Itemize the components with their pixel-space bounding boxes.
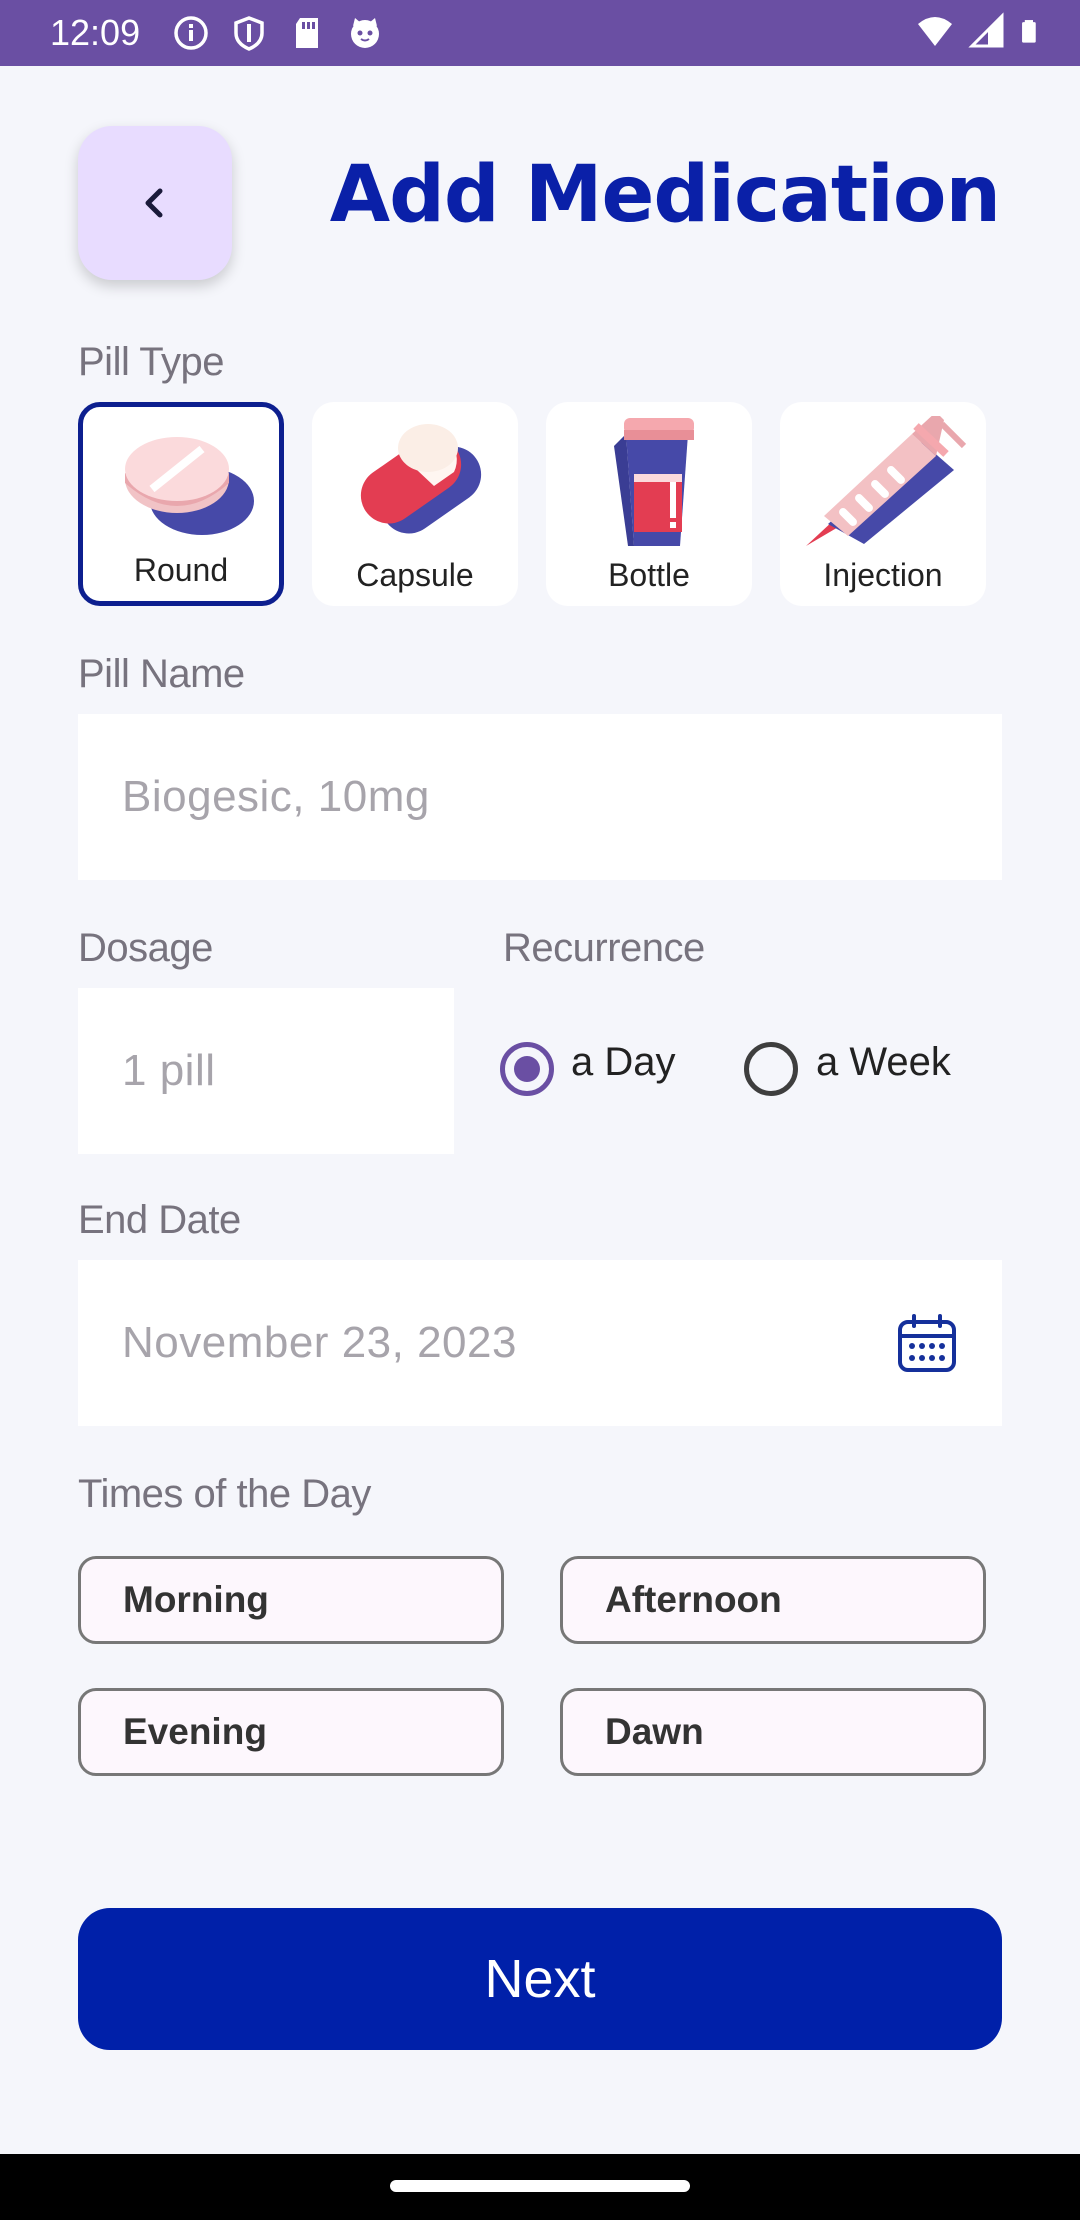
- info-icon: [174, 16, 208, 50]
- back-button[interactable]: [78, 126, 232, 280]
- syringe-icon: [806, 416, 967, 546]
- recurrence-day-label[interactable]: a Day: [571, 1040, 676, 1085]
- shield-icon: [234, 16, 264, 51]
- dosage-placeholder: 1 pill: [122, 1046, 216, 1095]
- recurrence-day-radio[interactable]: [500, 1042, 554, 1096]
- status-time: 12:09: [50, 12, 141, 53]
- end-date-input[interactable]: November 23, 2023: [78, 1260, 1002, 1426]
- round-pill-icon: [125, 437, 254, 535]
- pill-type-capsule[interactable]: Capsule: [312, 402, 518, 606]
- recurrence-week-radio[interactable]: [744, 1042, 798, 1096]
- time-chip-evening[interactable]: Evening: [78, 1688, 504, 1776]
- pill-type-capsule-label: Capsule: [356, 557, 474, 593]
- time-chip-afternoon[interactable]: Afternoon: [560, 1556, 986, 1644]
- recurrence-week-label[interactable]: a Week: [816, 1040, 951, 1085]
- page-title: Add Medication: [329, 150, 1001, 240]
- wifi-icon: [918, 17, 952, 46]
- end-date-value: November 23, 2023: [122, 1318, 517, 1367]
- sd-card-icon: [296, 18, 318, 48]
- signal-icon: [968, 12, 1004, 48]
- time-chip-evening-label: Evening: [123, 1711, 267, 1752]
- navigation-bar: [0, 2154, 1080, 2220]
- pill-name-label: Pill Name: [78, 652, 245, 696]
- time-chip-dawn[interactable]: Dawn: [560, 1688, 986, 1776]
- pill-type-bottle-label: Bottle: [608, 557, 690, 593]
- next-button[interactable]: Next: [78, 1908, 1002, 2050]
- cat-icon: [351, 18, 379, 48]
- end-date-label: End Date: [78, 1198, 241, 1242]
- pill-type-injection-label: Injection: [823, 557, 943, 593]
- time-chip-morning-label: Morning: [123, 1579, 269, 1620]
- pill-name-placeholder: Biogesic, 10mg: [122, 772, 430, 821]
- pill-name-input[interactable]: Biogesic, 10mg: [78, 714, 1002, 880]
- calendar-icon[interactable]: [896, 1312, 958, 1374]
- status-icons-left: [172, 14, 384, 52]
- dosage-input[interactable]: 1 pill: [78, 988, 454, 1154]
- chevron-left-icon: [145, 188, 163, 218]
- next-button-label: Next: [484, 1949, 596, 2009]
- bottle-icon: [614, 418, 694, 546]
- times-of-day-label: Times of the Day: [78, 1472, 371, 1516]
- pill-type-label: Pill Type: [78, 340, 224, 384]
- recurrence-label: Recurrence: [503, 926, 705, 970]
- pill-type-bottle[interactable]: Bottle: [546, 402, 752, 606]
- time-chip-dawn-label: Dawn: [605, 1711, 704, 1752]
- capsule-icon: [360, 424, 482, 534]
- battery-icon: [1022, 20, 1036, 43]
- pill-type-round[interactable]: Round: [78, 402, 284, 606]
- pill-type-injection[interactable]: Injection: [780, 402, 986, 606]
- home-handle[interactable]: [390, 2180, 690, 2192]
- time-chip-morning[interactable]: Morning: [78, 1556, 504, 1644]
- dosage-label: Dosage: [78, 926, 213, 970]
- status-icons-right: [916, 12, 1046, 50]
- pill-type-round-label: Round: [133, 552, 229, 588]
- status-bar: 12:09: [0, 0, 1080, 66]
- time-chip-afternoon-label: Afternoon: [605, 1579, 782, 1620]
